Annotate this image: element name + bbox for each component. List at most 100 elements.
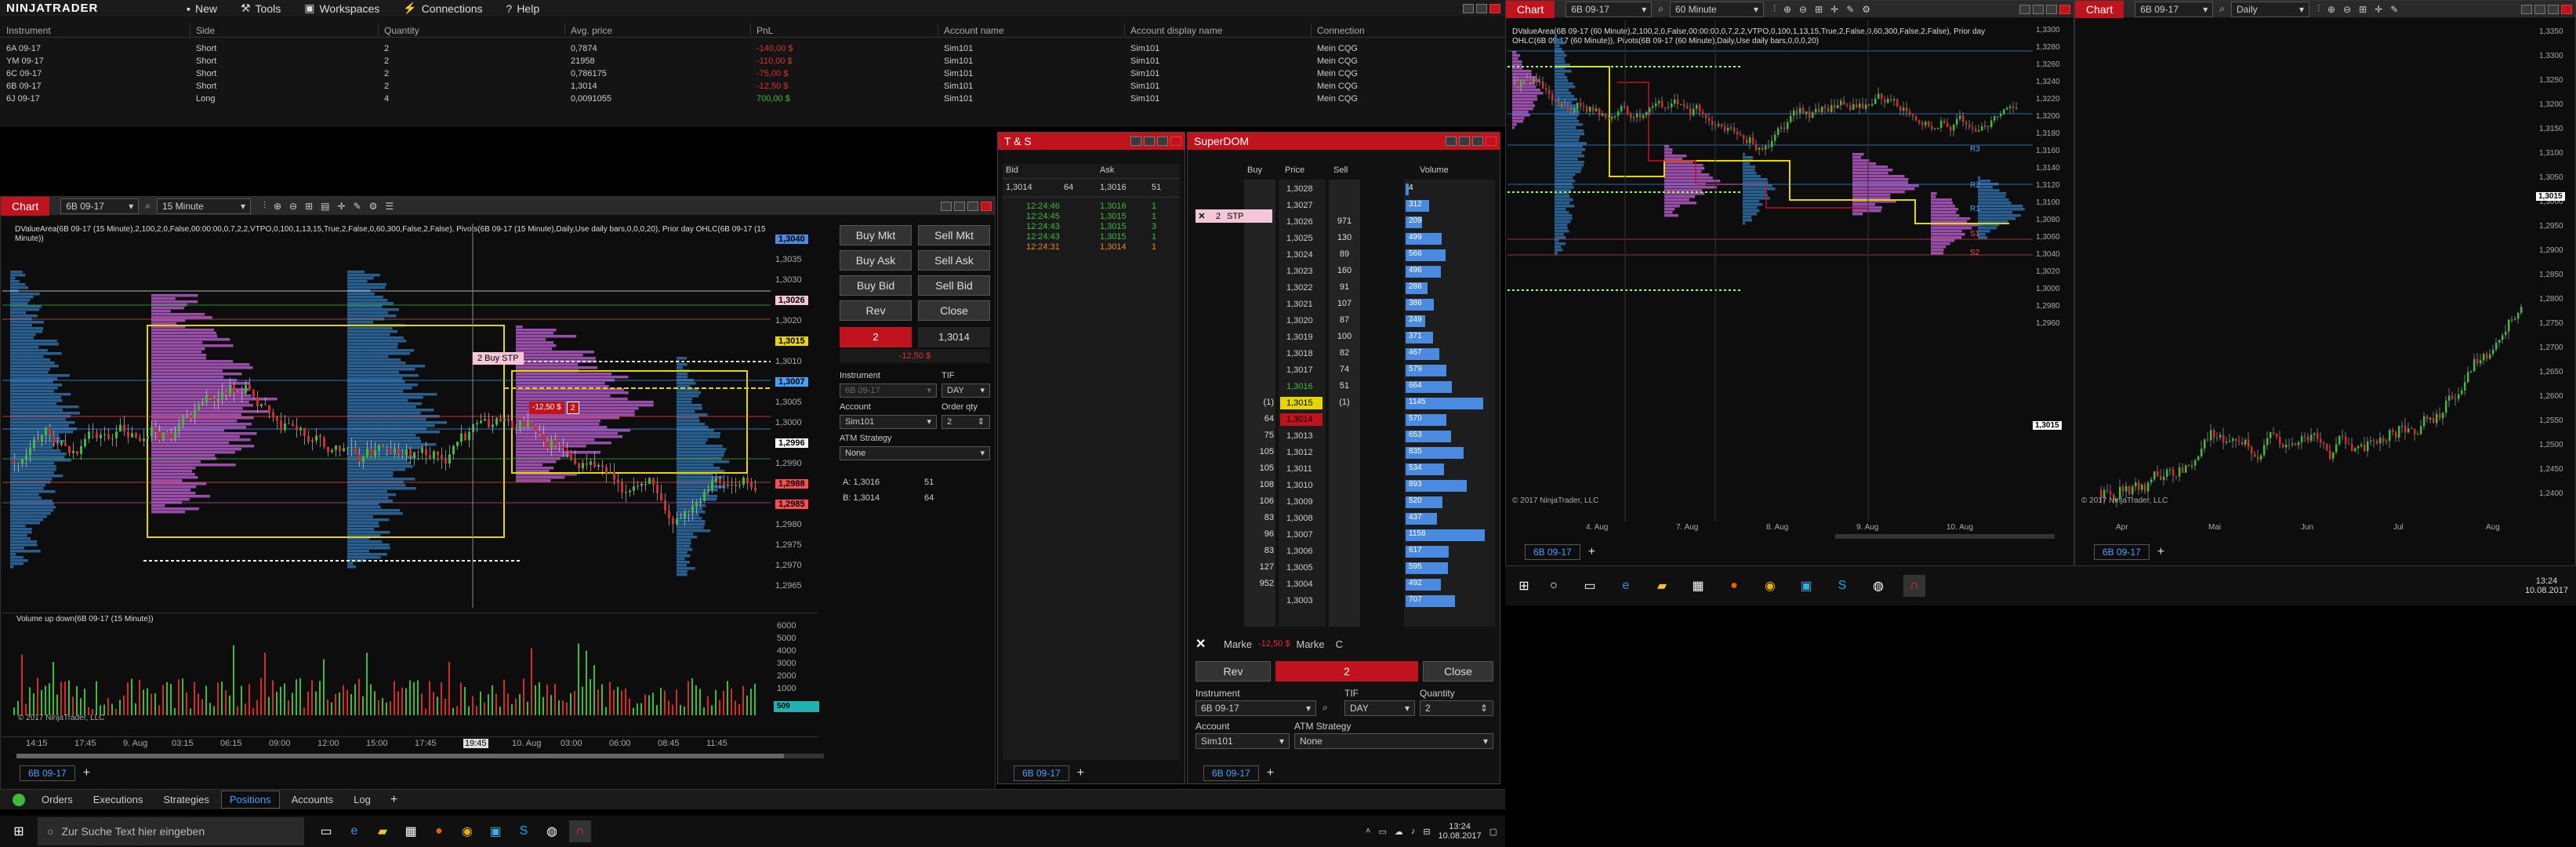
instrument-selector[interactable]: 6B 09-17 ▾ xyxy=(1566,1,1653,17)
dom-sell-cell[interactable]: 160 xyxy=(1330,266,1359,275)
dom-buy-cell[interactable]: 127 xyxy=(1246,562,1274,572)
language-icon[interactable]: ⊟ xyxy=(1423,827,1430,837)
dom-sell-cell[interactable]: 82 xyxy=(1330,348,1359,358)
maximize-button[interactable] xyxy=(2046,4,2057,14)
cloud-icon[interactable]: ☁ xyxy=(1395,827,1403,837)
atm-strategy-selector[interactable]: None ▾ xyxy=(840,446,990,460)
close-icon[interactable]: ✕ xyxy=(1195,636,1213,652)
dom-buy-cell[interactable]: 952 xyxy=(1246,579,1274,588)
dom-buy-cell[interactable]: 75 xyxy=(1246,431,1274,440)
store-icon[interactable]: ▦ xyxy=(400,820,422,842)
minimize-button[interactable] xyxy=(941,201,952,211)
cancel-order-icon[interactable]: ✕ xyxy=(1195,211,1208,221)
add-tab-button[interactable]: + xyxy=(2157,545,2164,559)
minimize-button[interactable] xyxy=(1463,3,1474,13)
market-sell-button[interactable]: Marke xyxy=(1297,638,1325,650)
dom-buy-cell[interactable]: 64 xyxy=(1246,414,1274,424)
dom-row[interactable]: 1,3018 82 467 xyxy=(1195,347,1493,361)
dom-row[interactable]: 75 1,3013 653 xyxy=(1195,430,1493,443)
position-row[interactable]: YM 09-17 Short 2 21958 -110,00 $ Sim101 Sim101… xyxy=(0,56,1505,69)
close-button[interactable] xyxy=(2561,4,2572,14)
dom-row[interactable]: 1,3003 707 xyxy=(1195,594,1493,608)
cortana-icon[interactable]: ○ xyxy=(1543,575,1565,597)
store-icon[interactable]: ▦ xyxy=(1687,575,1709,597)
task-view-icon[interactable]: ▭ xyxy=(1579,575,1601,597)
tab-accounts[interactable]: Accounts xyxy=(283,791,342,809)
restore-button[interactable] xyxy=(2033,4,2044,14)
quantity-stepper[interactable]: 2 ⇕ xyxy=(1420,700,1493,716)
file-explorer-icon[interactable]: ▰ xyxy=(372,820,394,842)
firefox-icon[interactable]: ● xyxy=(428,820,450,842)
interval-selector[interactable]: 15 Minute ▾ xyxy=(156,198,251,214)
account-selector[interactable]: Sim101 ▾ xyxy=(840,415,937,429)
dom-row[interactable]: 1,3023 160 496 xyxy=(1195,265,1493,278)
atm-strategy-selector[interactable]: None ▾ xyxy=(1294,733,1493,749)
position-row[interactable]: 6C 09-17 Short 2 0,786175 -75,00 $ Sim101 Sim1… xyxy=(0,69,1505,82)
time-axis[interactable]: Apr Mai Jun Jul Aug xyxy=(2077,522,2574,534)
price-axis[interactable]: 1,3040 1,3035 1,3030 1,3026 1,3020 1,3015 1,30… xyxy=(771,224,818,608)
price-axis[interactable]: 1,3350 1,3300 1,3250 1,3200 1,3150 1,3100 1,30… xyxy=(2536,20,2574,522)
dom-sell-cell[interactable]: 100 xyxy=(1330,332,1359,341)
crosshair-icon[interactable]: ✛ xyxy=(2375,4,2382,15)
close-button[interactable] xyxy=(1489,3,1500,13)
column-header[interactable]: Quantity xyxy=(384,25,419,36)
reverse-button[interactable]: Rev xyxy=(1195,661,1271,682)
close-position-button[interactable]: Close xyxy=(918,300,990,321)
dom-sell-cell[interactable]: 74 xyxy=(1330,365,1359,374)
search-icon[interactable]: ⌕ xyxy=(1658,3,1664,15)
skype-icon[interactable]: S xyxy=(1831,575,1853,597)
tab-positions[interactable]: Positions xyxy=(220,791,280,809)
tab-orders[interactable]: Orders xyxy=(33,791,82,809)
grid-icon[interactable]: ⊞ xyxy=(305,201,313,212)
dom-buy-cell[interactable]: 83 xyxy=(1246,513,1274,522)
horizontal-scrollbar[interactable] xyxy=(1835,534,2055,539)
drawing-tools-icon[interactable]: ✎ xyxy=(1846,4,1854,15)
dom-row[interactable]: (1) 1,3015 (1) 1145 xyxy=(1195,397,1493,410)
remote-desktop-icon[interactable]: ▣ xyxy=(1795,575,1817,597)
close-button[interactable] xyxy=(1486,136,1497,146)
tools-menu[interactable]: ⚒ Tools xyxy=(241,2,281,15)
column-header[interactable]: Account name xyxy=(944,25,1004,36)
time-axis[interactable]: 14:15 17:45 9. Aug 03:15 06:15 09:00 12:00 15:0… xyxy=(2,736,818,751)
add-tab-button[interactable]: + xyxy=(1588,545,1595,559)
dom-buy-cell[interactable]: 106 xyxy=(1246,496,1274,506)
drawing-tools-icon[interactable]: ✎ xyxy=(2390,4,2398,15)
strategy-icon[interactable]: ⚙ xyxy=(369,201,378,212)
volume-panel[interactable]: Volume up down(6B 09-17 (15 Minute)) 600… xyxy=(2,613,819,722)
dom-buy-cell[interactable]: (1) xyxy=(1246,398,1274,407)
tab-log[interactable]: Log xyxy=(345,791,379,809)
buy-market-button[interactable]: Buy Mkt xyxy=(840,225,912,245)
instrument-tab[interactable]: 6B 09-17 xyxy=(1014,765,1069,781)
add-tab-button[interactable]: + xyxy=(1077,766,1084,780)
restore-button[interactable] xyxy=(954,201,965,211)
dom-row[interactable]: 1,3028 4 xyxy=(1195,183,1493,196)
dom-row[interactable]: 1,3016 51 664 xyxy=(1195,380,1493,394)
app-icon[interactable]: ◍ xyxy=(1867,575,1889,597)
maximize-button[interactable] xyxy=(967,201,978,211)
zoom-in-icon[interactable]: ⊕ xyxy=(1783,4,1791,15)
tab-strategies[interactable]: Strategies xyxy=(154,791,218,809)
windows-start-icon[interactable]: ⊞ xyxy=(1505,575,1543,597)
position-row[interactable]: 6B 09-17 Short 2 1,3014 -12,50 $ Sim101 Sim101… xyxy=(0,82,1505,94)
dom-row[interactable]: 108 1,3010 893 xyxy=(1195,479,1493,493)
ninjatrader-taskbar-icon[interactable]: ∩ xyxy=(1903,575,1925,597)
dom-row[interactable]: 83 1,3006 617 xyxy=(1195,545,1493,558)
price-panel[interactable]: DValueArea(6B 09-17 (60 Minute),2,100,2,… xyxy=(1508,20,2072,522)
dom-row[interactable]: 1,3022 91 286 xyxy=(1195,282,1493,295)
superdom-tab[interactable]: SuperDOM xyxy=(1188,132,1500,150)
order-qty-stepper[interactable]: 2 ⇕ xyxy=(942,415,990,429)
close-position-button[interactable]: Close xyxy=(1423,661,1493,682)
sell-ask-button[interactable]: Sell Ask xyxy=(918,250,990,271)
tab-executions[interactable]: Executions xyxy=(85,791,152,809)
instrument-selector[interactable]: 6B 09-17 ▾ xyxy=(60,198,140,214)
instrument-tab[interactable]: 6B 09-17 xyxy=(1525,544,1580,560)
column-header[interactable]: Avg. price xyxy=(571,25,612,36)
dom-buy-cell[interactable]: 105 xyxy=(1246,447,1274,456)
interval-selector[interactable]: 60 Minute ▾ xyxy=(1669,1,1764,17)
dom-buy-cell[interactable]: 96 xyxy=(1246,529,1274,539)
close-button[interactable] xyxy=(1170,136,1181,146)
dom-row[interactable]: 1,3017 74 579 xyxy=(1195,364,1493,377)
zoom-in-icon[interactable]: ⊕ xyxy=(274,201,281,212)
dom-row[interactable]: 1,3024 89 566 xyxy=(1195,249,1493,262)
chart-tab[interactable]: Chart xyxy=(2075,0,2124,18)
